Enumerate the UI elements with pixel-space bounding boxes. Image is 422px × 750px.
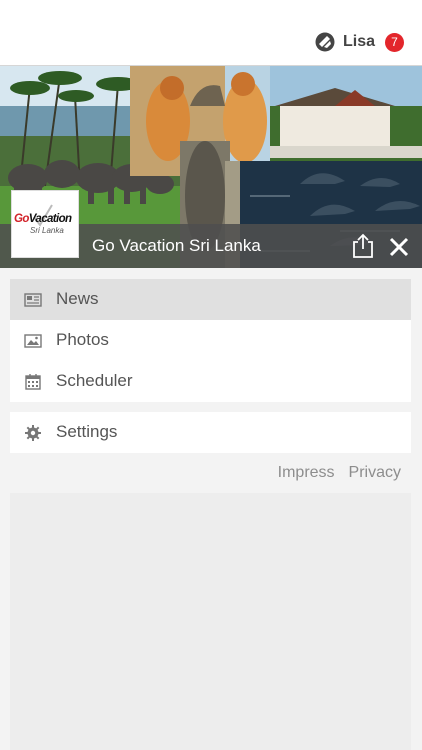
top-bar: Lisa 7 (0, 0, 422, 66)
menu-item-label: Settings (56, 422, 118, 441)
image-icon (24, 334, 42, 348)
main-menu: News Photos Scheduler (10, 279, 411, 402)
privacy-link[interactable]: Privacy (349, 464, 401, 482)
impress-link[interactable]: Impress (278, 464, 335, 482)
logo-wordmark: GoVacation (14, 213, 72, 225)
app-logo: GoVacation Sri Lanka (11, 190, 79, 258)
app-title: Go Vacation Sri Lanka (92, 236, 261, 255)
menu-item-scheduler[interactable]: Scheduler (10, 361, 411, 402)
menu-item-label: Scheduler (56, 371, 133, 390)
menu-item-photos[interactable]: Photos (10, 320, 411, 361)
user-name[interactable]: Lisa (343, 33, 375, 51)
app-brand-icon (315, 32, 335, 52)
menu-item-settings[interactable]: Settings (10, 412, 411, 453)
logo-subtitle: Sri Lanka (30, 226, 64, 235)
footer-links: Impress Privacy (278, 464, 401, 482)
menu-item-news[interactable]: News (10, 279, 411, 320)
content-area (10, 493, 411, 750)
share-icon[interactable] (351, 233, 375, 259)
menu-item-label: Photos (56, 330, 109, 349)
gear-icon (25, 425, 41, 441)
menu-item-label: News (56, 289, 99, 308)
newspaper-icon (24, 293, 42, 307)
notification-badge[interactable]: 7 (385, 32, 404, 52)
user-menu[interactable]: Lisa 7 (315, 32, 404, 52)
close-icon[interactable] (388, 236, 410, 258)
calendar-icon (25, 374, 41, 390)
settings-menu: Settings (10, 412, 411, 453)
